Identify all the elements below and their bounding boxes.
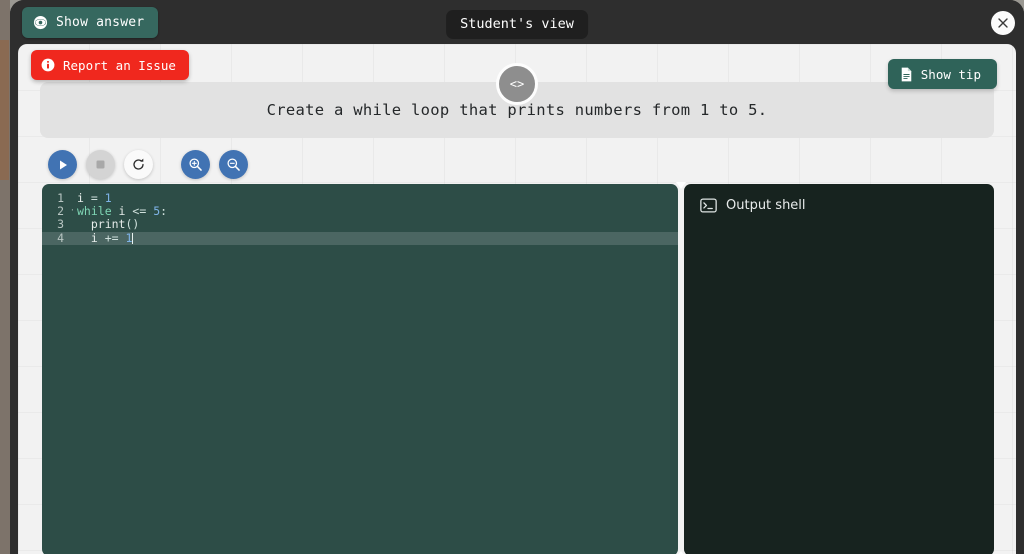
zoom-in-icon [188,157,203,172]
line-number: 2 [57,204,64,219]
text-caret [132,232,134,244]
fold-marker[interactable] [68,192,77,205]
page-left-accent [0,40,9,180]
close-button[interactable] [991,11,1015,35]
exercise-page: Report an Issue Show tip <> Create a whi… [18,44,1016,554]
modal-topbar: Show answer Student's view [10,0,1024,46]
workspace-panes: 1i = 1 2 · while i <= 5: 3 print() 4 i += 1 [42,182,994,554]
show-tip-label: Show tip [920,66,981,82]
fold-marker[interactable] [68,232,77,245]
zoom-in-button[interactable] [181,150,210,179]
code-editor[interactable]: 1i = 1 2 · while i <= 5: 3 print() 4 i += 1 [42,184,678,554]
stop-icon [95,159,106,170]
code-line[interactable]: 4 i += 1 [42,230,678,245]
show-answer-button[interactable]: Show answer [22,7,159,38]
code-brackets-icon: <> [509,77,525,91]
code-badge[interactable]: <> [496,63,538,105]
report-issue-label: Report an Issue [63,57,176,73]
zoom-out-button[interactable] [219,150,248,179]
report-issue-button[interactable]: Report an Issue [31,50,189,80]
terminal-icon [700,198,717,213]
editor-toolbar [48,150,248,179]
fold-marker[interactable]: · [68,205,77,218]
code-lines[interactable]: 1i = 1 2 · while i <= 5: 3 print() 4 i += 1 [42,184,678,245]
line-number: 4 [57,230,64,245]
fold-marker[interactable] [68,218,77,231]
play-icon [57,159,69,171]
exercise-modal: Show answer Student's view Report an Iss… [10,0,1024,554]
reset-button[interactable] [124,150,153,179]
document-icon [900,67,913,82]
show-tip-button[interactable]: Show tip [887,59,997,89]
output-shell-title: Output shell [726,198,806,213]
eye-icon [33,15,48,30]
info-circle-icon [41,58,55,72]
close-icon [997,17,1009,29]
code-text: i += 1 [90,230,134,245]
run-button[interactable] [48,150,77,179]
line-number: 3 [57,217,64,232]
code-line[interactable]: 3 print() [42,218,678,231]
student-view-badge: Student's view [446,10,588,39]
line-number: 1 [57,191,64,205]
stop-button[interactable] [86,150,115,179]
output-shell-header: Output shell [684,184,994,213]
output-shell-panel: Output shell [684,184,994,554]
zoom-out-icon [226,157,241,172]
show-answer-label: Show answer [56,15,145,30]
refresh-icon [131,157,146,172]
